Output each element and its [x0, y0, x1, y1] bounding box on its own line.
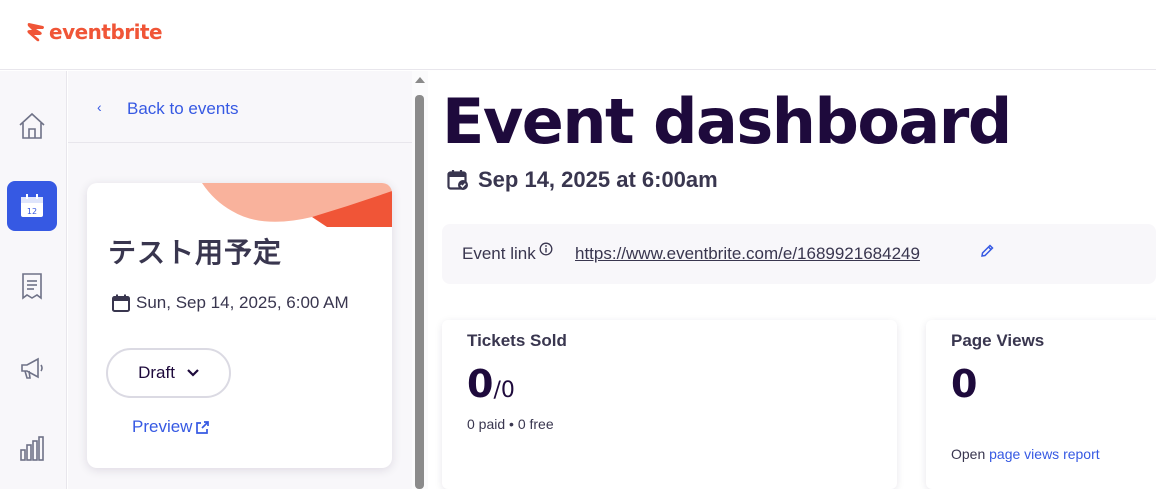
calendar-icon: 12 — [21, 194, 43, 217]
page-views-card: Page Views 0 Open page views report — [926, 320, 1156, 489]
tickets-sold-card: Tickets Sold 0/0 0 paid • 0 free — [442, 320, 897, 489]
back-to-events-link[interactable]: ‹ Back to events — [68, 71, 412, 143]
home-icon — [19, 112, 45, 139]
event-date: Sep 14, 2025 at 6:00am — [447, 167, 718, 193]
card-decoration — [202, 183, 392, 227]
page-views-footer-prefix: Open — [951, 446, 990, 462]
logo-wordmark: eventbrite — [49, 20, 163, 44]
eventbrite-logo[interactable]: eventbrite — [26, 20, 163, 44]
bar-chart-icon — [20, 436, 44, 461]
receipt-icon — [22, 273, 42, 300]
calendar-icon — [112, 294, 130, 312]
page-views-footer: Open page views report — [951, 446, 1100, 462]
external-link-icon — [196, 420, 210, 434]
rail-item-marketing[interactable] — [7, 343, 57, 393]
info-icon[interactable] — [539, 242, 553, 256]
tickets-breakdown: 0 paid • 0 free — [467, 416, 554, 432]
tickets-sold-title: Tickets Sold — [467, 331, 567, 350]
rail-item-calendar[interactable]: 12 — [7, 181, 57, 231]
event-link-label: Event link — [462, 244, 536, 263]
tickets-sold-value: 0/0 — [467, 362, 515, 406]
pencil-icon[interactable] — [979, 243, 995, 259]
event-date-text: Sep 14, 2025 at 6:00am — [478, 167, 718, 192]
top-bar: eventbrite — [0, 0, 1156, 70]
page-views-title: Page Views — [951, 331, 1045, 350]
event-link-url[interactable]: https://www.eventbrite.com/e/16899216842… — [575, 244, 920, 264]
event-card-date: Sun, Sep 14, 2025, 6:00 AM — [112, 293, 349, 313]
event-card-title: テスト用予定 — [108, 237, 283, 268]
scroll-up-arrow-icon[interactable] — [415, 77, 425, 83]
calendar-check-icon — [447, 170, 468, 190]
event-link-bar: Event link https://www.eventbrite.com/e/… — [442, 224, 1156, 284]
icon-rail: 12 — [0, 71, 67, 489]
chevron-left-icon: ‹ — [97, 99, 102, 115]
event-card-date-text: Sun, Sep 14, 2025, 6:00 AM — [136, 293, 349, 312]
event-side-panel: ‹ Back to events テスト用予定 Sun, Sep 14, 202… — [68, 71, 412, 489]
event-card: テスト用予定 Sun, Sep 14, 2025, 6:00 AM Draft … — [87, 183, 392, 468]
event-status-label: Draft — [138, 363, 175, 382]
megaphone-icon — [21, 357, 43, 379]
scrollbar-thumb[interactable] — [415, 95, 424, 489]
back-to-events-label: Back to events — [127, 99, 239, 118]
rail-item-orders[interactable] — [7, 261, 57, 311]
panel-scrollbar[interactable] — [412, 71, 428, 489]
tickets-sold-count: 0 — [467, 362, 494, 406]
preview-label: Preview — [132, 417, 193, 436]
eventbrite-logo-icon — [27, 23, 44, 42]
tickets-capacity: /0 — [493, 378, 515, 403]
page-views-report-link[interactable]: page views report — [989, 446, 1100, 462]
page-views-count: 0 — [951, 362, 978, 406]
event-status-dropdown[interactable]: Draft — [106, 348, 231, 398]
chevron-down-icon — [187, 369, 199, 377]
page-title: Event dashboard — [442, 85, 1012, 158]
svg-text:12: 12 — [27, 207, 37, 216]
rail-item-home[interactable] — [7, 101, 57, 151]
preview-link[interactable]: Preview — [132, 417, 210, 437]
rail-item-reports[interactable] — [7, 423, 57, 473]
dashboard-main: Event dashboard Sep 14, 2025 at 6:00am E… — [428, 71, 1156, 489]
